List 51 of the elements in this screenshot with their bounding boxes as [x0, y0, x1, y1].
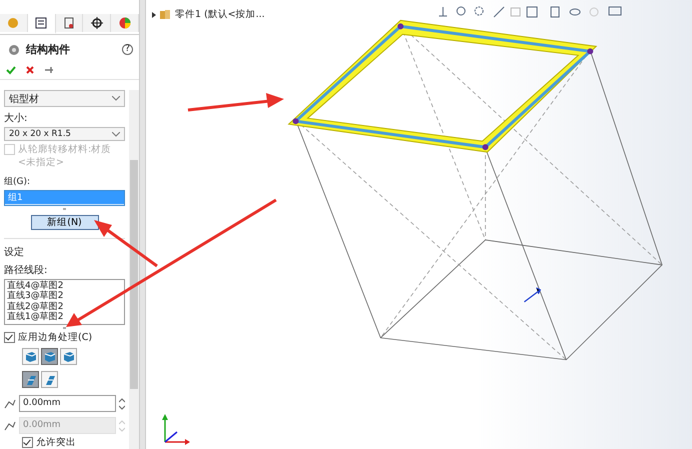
part-icon — [160, 9, 171, 20]
new-group-button[interactable]: 新组(N) — [30, 214, 98, 230]
trim-icon — [44, 374, 56, 386]
close-icon[interactable] — [25, 65, 35, 75]
gap-icon — [4, 398, 16, 410]
corner-icon — [62, 350, 74, 362]
allow-extend-label: 允许突出 — [36, 436, 76, 449]
caret-icon — [112, 96, 120, 101]
size-dropdown[interactable]: 20 x 20 x R1.5 — [4, 127, 125, 141]
tab-icon — [6, 16, 20, 30]
scrollbar[interactable] — [129, 90, 139, 449]
corner-type-button[interactable] — [22, 348, 39, 365]
panel-tab[interactable] — [56, 14, 84, 32]
tab-icon — [34, 16, 48, 30]
panel-tab[interactable] — [83, 14, 112, 32]
help-button[interactable]: ? — [122, 44, 133, 55]
trim-type-button[interactable] — [22, 371, 39, 388]
tab-icon — [90, 16, 104, 30]
caret-icon — [112, 132, 120, 136]
gap-icon — [4, 420, 16, 432]
spinner-icon[interactable] — [119, 396, 125, 410]
segment-item[interactable]: 直线2@草图2 — [7, 302, 122, 312]
gap-field[interactable]: 0.00mm — [19, 395, 116, 412]
segment-item[interactable]: 直线1@草图2 — [7, 312, 122, 323]
tab-icon — [62, 16, 76, 30]
corner-icon — [44, 350, 56, 362]
tab-icon — [118, 16, 132, 30]
corner-label: 应用边角处理(C) — [18, 331, 92, 344]
size-label: 大小: — [4, 112, 28, 125]
segment-item[interactable]: 直线3@草图2 — [7, 291, 122, 302]
corner-type-button[interactable] — [60, 348, 77, 365]
expand-icon[interactable] — [152, 12, 156, 18]
allow-extend-checkbox[interactable] — [22, 437, 33, 448]
path-segments-label: 路径线段: — [4, 264, 48, 277]
tree-item[interactable]: 零件1 (默认<按加... — [175, 8, 265, 21]
corner-icon — [24, 350, 36, 362]
pin-icon[interactable] — [44, 65, 54, 75]
corner-checkbox[interactable] — [4, 332, 15, 343]
panel-title: 结构构件 — [26, 42, 71, 57]
corner-type-button[interactable] — [41, 348, 58, 365]
structure-icon — [8, 44, 20, 56]
axis-triad-icon — [159, 412, 191, 446]
trim-icon — [24, 374, 36, 386]
confirm-icon[interactable] — [6, 65, 16, 75]
settings-label: 设定 — [4, 246, 25, 259]
transfer-label: 从轮廓转移材料:材质 — [18, 143, 112, 156]
standard-dropdown[interactable]: 铝型材 — [4, 90, 125, 107]
trim-type-button[interactable] — [41, 371, 58, 388]
group-label: 组(G): — [4, 176, 32, 188]
material-label: <未指定> — [18, 156, 65, 169]
segment-item[interactable]: 直线4@草图2 — [7, 280, 122, 292]
